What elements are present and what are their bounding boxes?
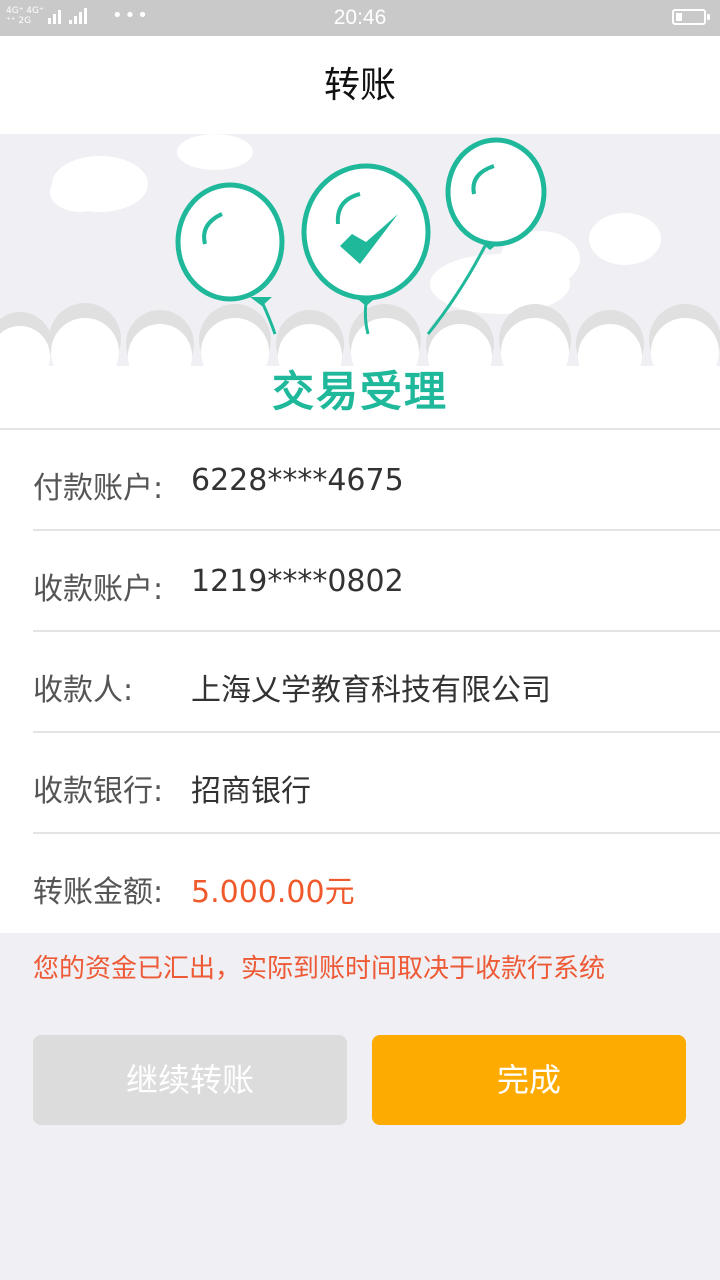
detail-value: 1219****0802 xyxy=(191,564,404,599)
detail-row-payee-account: 收款账户: 1219****0802 xyxy=(33,531,720,632)
detail-value: 上海乂学教育科技有限公司 xyxy=(191,673,551,708)
done-button[interactable]: 完成 xyxy=(372,1035,686,1125)
banner-title: 交易受理 xyxy=(271,367,448,416)
detail-label: 收款人: xyxy=(33,673,134,708)
detail-value: 6228****4675 xyxy=(191,463,404,498)
page-title: 转账 xyxy=(323,64,396,105)
nav-bar: 转账 xyxy=(0,36,720,134)
detail-label: 付款账户: xyxy=(33,471,164,506)
transfer-details: 付款账户: 6228****4675 收款账户: 1219****0802 收款… xyxy=(0,428,720,933)
detail-row-payer-account: 付款账户: 6228****4675 xyxy=(33,430,720,531)
status-time: 20:46 xyxy=(333,6,387,29)
transfer-amount: 5.000.00元 xyxy=(191,875,355,910)
continue-transfer-button[interactable]: 继续转账 xyxy=(33,1035,347,1125)
detail-label: 转账金额: xyxy=(33,875,164,910)
battery-icon xyxy=(672,9,710,25)
detail-value: 招商银行 xyxy=(191,774,311,809)
detail-label: 收款账户: xyxy=(33,572,164,607)
detail-row-payee-bank: 收款银行: 招商银行 xyxy=(33,733,720,834)
detail-row-payee-name: 收款人: 上海乂学教育科技有限公司 xyxy=(33,632,720,733)
transfer-notice: 您的资金已汇出，实际到账时间取决于收款行系统 xyxy=(33,954,606,984)
status-bar: 4G⁺ 4G⁺ ⁺⁺ 2G ••• 20:46 xyxy=(0,0,720,36)
success-banner: 交易受理 xyxy=(0,134,720,428)
detail-row-amount: 转账金额: 5.000.00元 xyxy=(33,834,720,935)
detail-label: 收款银行: xyxy=(33,774,164,809)
